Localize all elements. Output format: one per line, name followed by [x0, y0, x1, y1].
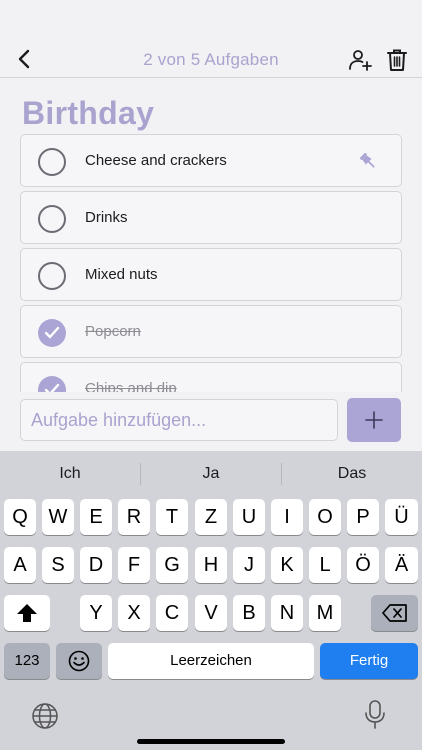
task-checkbox-checked[interactable] — [38, 376, 66, 392]
trash-icon — [387, 49, 407, 71]
key-d[interactable]: D — [80, 547, 112, 583]
key-l[interactable]: L — [309, 547, 341, 583]
task-label: Mixed nuts — [85, 266, 158, 283]
shift-arrow-icon — [17, 604, 37, 622]
task-label: Popcorn — [85, 323, 141, 340]
microphone-icon[interactable] — [364, 700, 386, 730]
key-x[interactable]: X — [118, 595, 150, 631]
task-label: Chips and dip — [85, 380, 177, 392]
task-label: Cheese and crackers — [85, 152, 227, 169]
checkmark-icon — [44, 383, 60, 392]
numbers-key[interactable]: 123 — [4, 643, 50, 679]
task-checkbox-checked[interactable] — [38, 319, 66, 347]
pin-icon[interactable] — [359, 152, 377, 170]
key-oe[interactable]: Ö — [347, 547, 379, 583]
key-b[interactable]: B — [233, 595, 265, 631]
key-z[interactable]: Z — [195, 499, 227, 535]
add-task-button[interactable] — [347, 398, 401, 442]
shift-key[interactable] — [4, 595, 50, 631]
task-row[interactable]: Drinks — [20, 191, 402, 244]
nav-header: 2 von 5 Aufgaben — [0, 40, 422, 78]
task-row[interactable]: Mixed nuts — [20, 248, 402, 301]
key-s[interactable]: S — [42, 547, 74, 583]
key-h[interactable]: H — [195, 547, 227, 583]
key-i[interactable]: I — [271, 499, 303, 535]
key-t[interactable]: T — [156, 499, 188, 535]
task-label: Drinks — [85, 209, 128, 226]
key-w[interactable]: W — [42, 499, 74, 535]
key-m[interactable]: M — [309, 595, 341, 631]
key-r[interactable]: R — [118, 499, 150, 535]
person-add-icon — [349, 50, 372, 71]
task-checkbox[interactable] — [38, 148, 66, 176]
key-f[interactable]: F — [118, 547, 150, 583]
globe-icon[interactable] — [31, 702, 59, 730]
task-checkbox[interactable] — [38, 262, 66, 290]
task-row[interactable]: Chips and dip — [20, 362, 402, 392]
key-ue[interactable]: Ü — [385, 499, 418, 535]
key-q[interactable]: Q — [4, 499, 36, 535]
key-e[interactable]: E — [80, 499, 112, 535]
suggestion-item[interactable]: Das — [282, 465, 422, 483]
key-g[interactable]: G — [156, 547, 188, 583]
task-row[interactable]: Popcorn — [20, 305, 402, 358]
key-n[interactable]: N — [271, 595, 303, 631]
key-k[interactable]: K — [271, 547, 303, 583]
task-list: Cheese and crackers Drinks Mixed nuts Po… — [20, 134, 402, 392]
home-indicator — [137, 739, 285, 744]
done-key[interactable]: Fertig — [320, 643, 418, 679]
key-o[interactable]: O — [309, 499, 341, 535]
task-row[interactable]: Cheese and crackers — [20, 134, 402, 187]
key-u[interactable]: U — [233, 499, 265, 535]
delete-list-button[interactable] — [386, 48, 408, 72]
suggestion-bar: Ich Ja Das — [0, 451, 422, 495]
suggestion-item[interactable]: Ja — [141, 465, 281, 483]
new-task-input[interactable] — [20, 399, 338, 441]
checkmark-icon — [44, 326, 60, 339]
key-a[interactable]: A — [4, 547, 36, 583]
backspace-icon — [381, 604, 407, 622]
key-p[interactable]: P — [347, 499, 379, 535]
task-checkbox[interactable] — [38, 205, 66, 233]
key-c[interactable]: C — [156, 595, 188, 631]
list-title: Birthday — [22, 95, 155, 131]
emoji-key[interactable] — [56, 643, 102, 679]
key-v[interactable]: V — [195, 595, 227, 631]
backspace-key[interactable] — [371, 595, 418, 631]
key-y[interactable]: Y — [80, 595, 112, 631]
suggestion-item[interactable]: Ich — [0, 465, 140, 483]
plus-icon — [365, 411, 383, 429]
emoji-icon — [68, 650, 90, 672]
on-screen-keyboard: Ich Ja Das Q W E R T Z U I O P Ü A S D F… — [0, 451, 422, 750]
share-list-button[interactable] — [348, 48, 372, 72]
key-ae[interactable]: Ä — [385, 547, 418, 583]
space-key[interactable]: Leerzeichen — [108, 643, 314, 679]
key-j[interactable]: J — [233, 547, 265, 583]
